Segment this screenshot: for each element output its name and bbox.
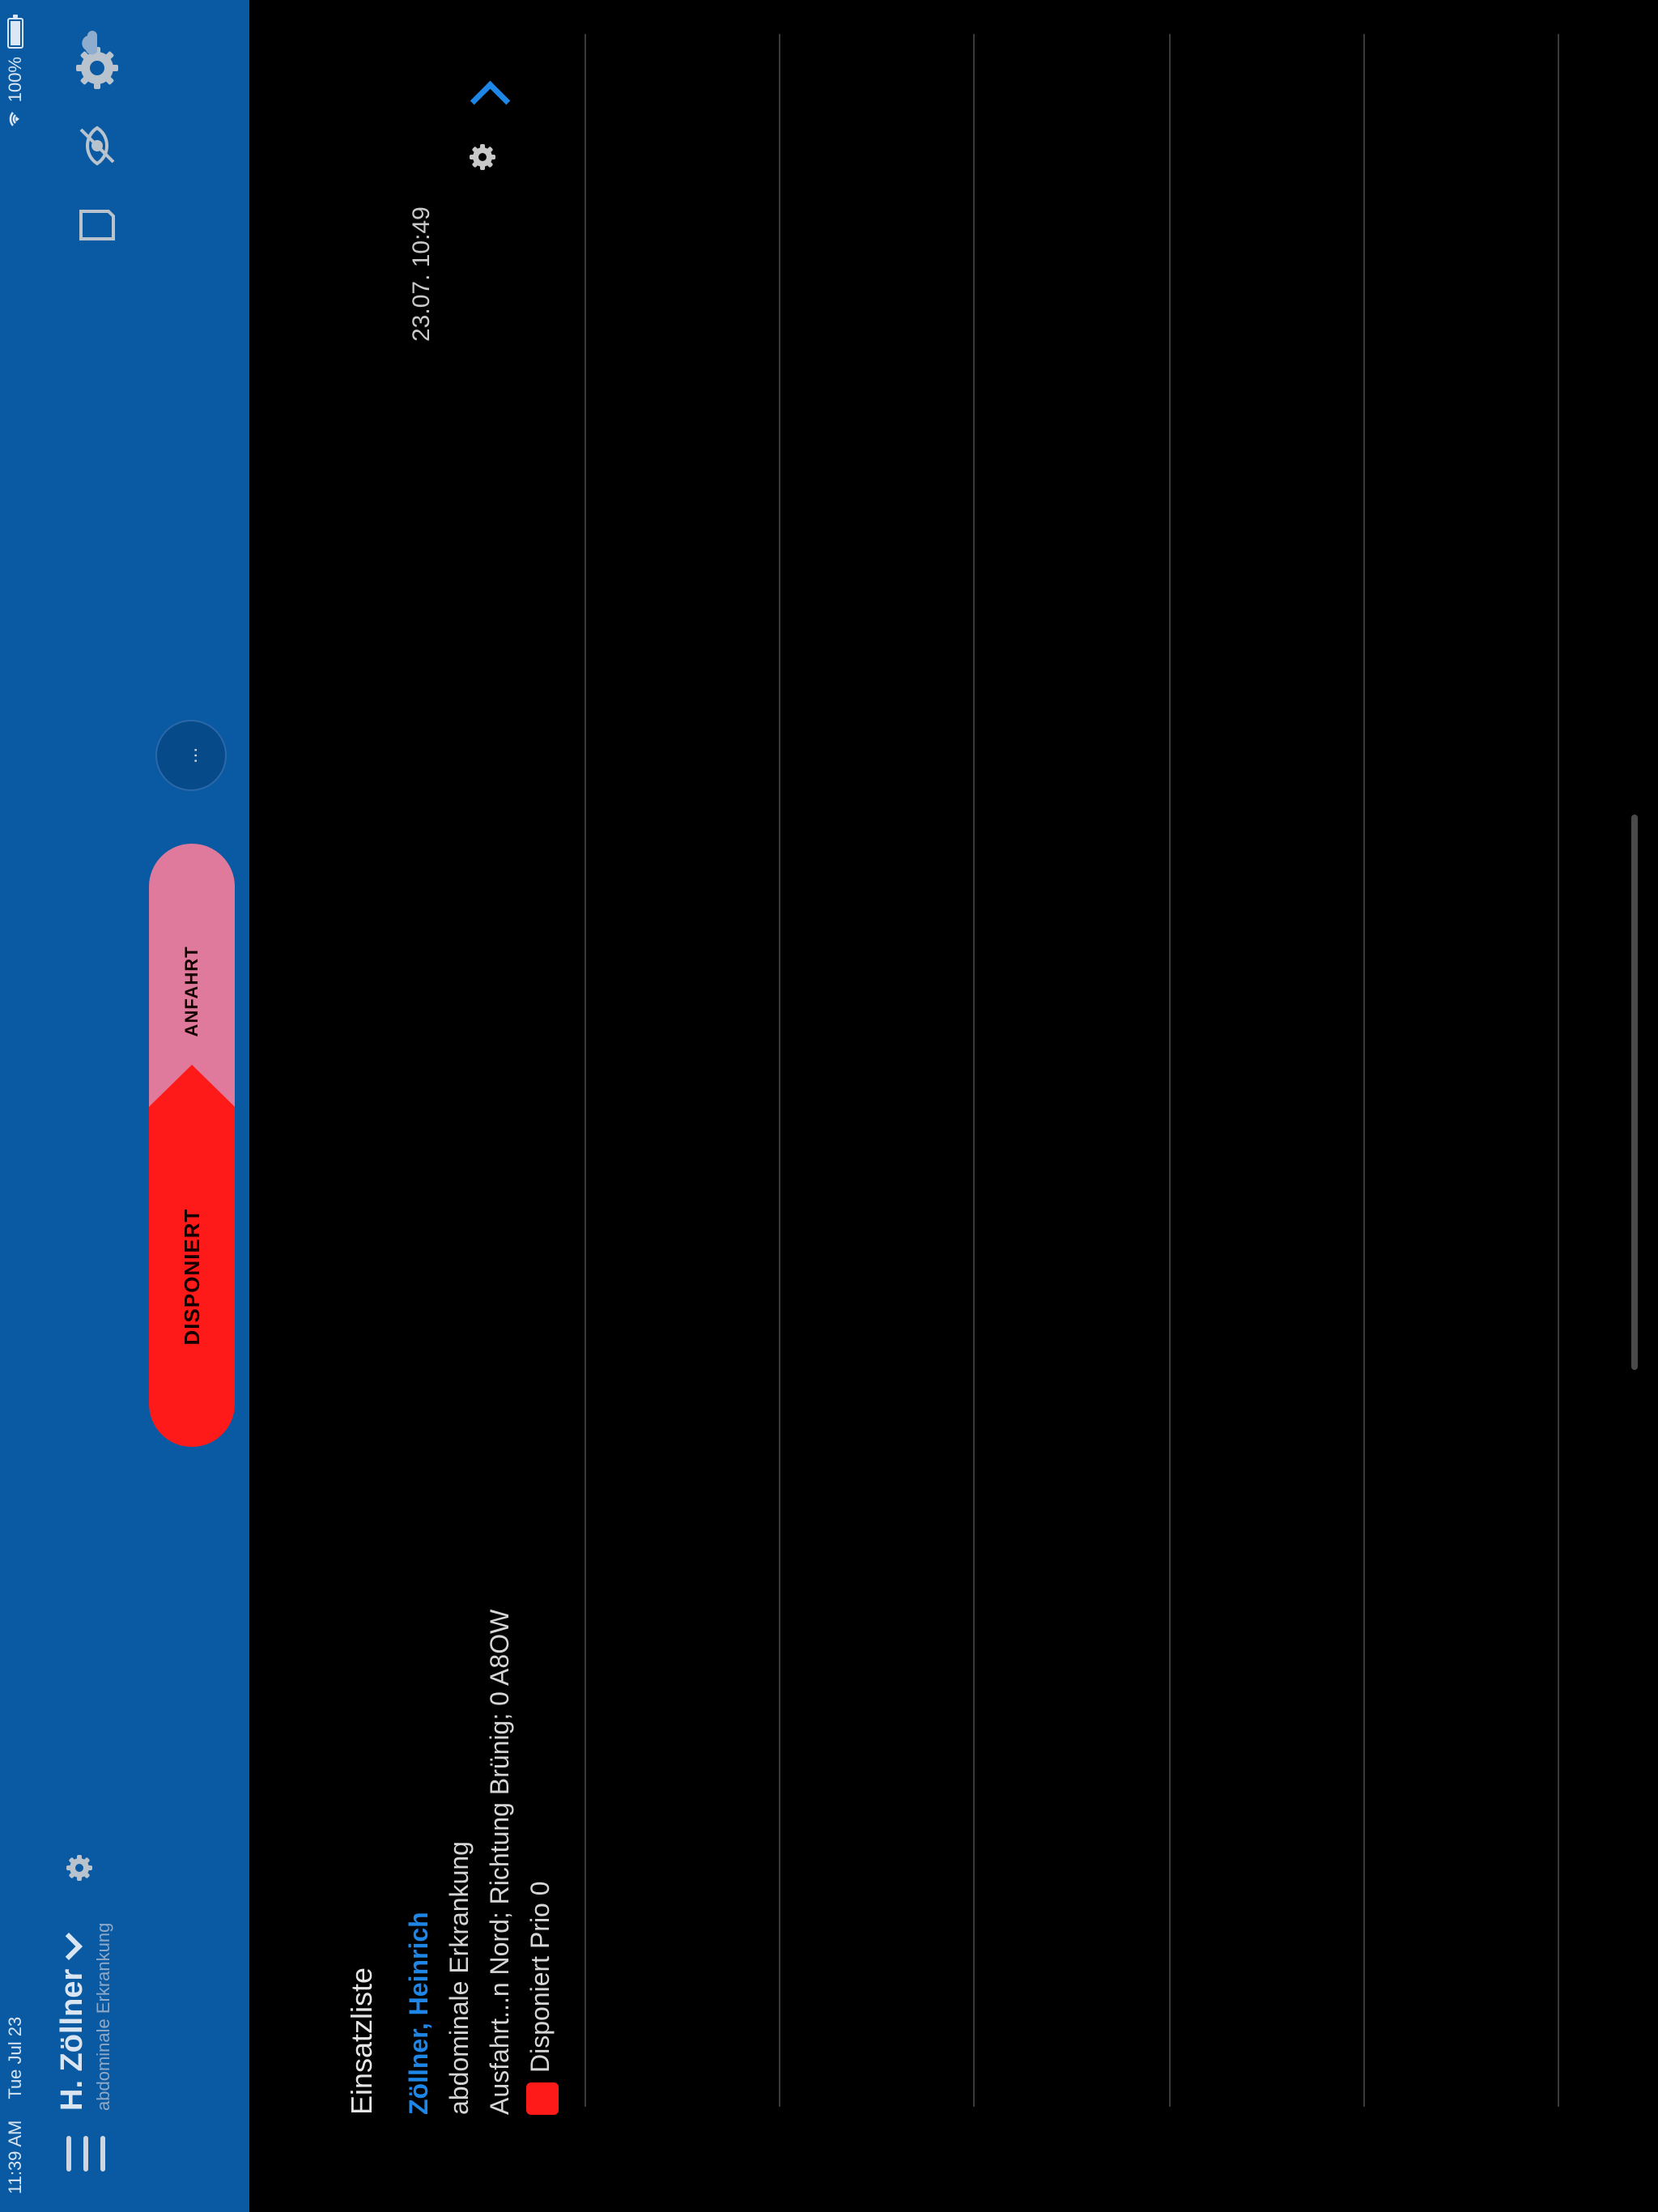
status-date: Tue Jul 23 <box>5 2016 25 2099</box>
app-screen: 11:39 AM Tue Jul 23 100% H. Zöllner abdo… <box>0 0 1658 2212</box>
document-icon[interactable] <box>73 200 121 249</box>
menu-icon[interactable] <box>66 2136 105 2172</box>
patient-name: H. Zöllner <box>55 1968 89 2111</box>
visibility-off-icon[interactable] <box>73 121 121 170</box>
battery-icon <box>7 18 23 49</box>
item-patient-name: Zöllner, Heinrich <box>404 1912 433 2115</box>
mission-list: Einsatzliste Zöllner, Heinrich abdominal… <box>249 0 1658 2212</box>
more-button[interactable]: ... <box>155 720 227 791</box>
list-divider <box>1169 34 1171 2107</box>
item-location: Ausfahrt...n Nord; Richtung Brünig; 0 A8… <box>485 1609 514 2115</box>
list-divider <box>779 34 780 2107</box>
battery-percent: 100% <box>5 57 25 103</box>
cloud-icon[interactable] <box>73 29 105 58</box>
chevron-down-icon <box>54 1932 83 1960</box>
status-timeline: ANFAHRT DISPONIERT <box>149 844 235 1447</box>
status-bar: 11:39 AM Tue Jul 23 100% <box>0 0 28 2212</box>
status-indicator <box>525 2082 559 2115</box>
item-timestamp: 23.07. 10:49 <box>408 206 435 342</box>
gear-icon[interactable] <box>466 141 499 173</box>
item-priority: Prio 0 <box>525 1881 555 1950</box>
list-divider <box>1558 34 1559 2107</box>
header-bar: H. Zöllner abdominale Erkrankung ANFAHRT… <box>28 0 249 2212</box>
item-status: Disponiert <box>525 1955 555 2073</box>
list-divider <box>585 34 586 2107</box>
gear-icon[interactable] <box>63 1852 96 1884</box>
list-item[interactable]: Zöllner, Heinrich abdominale Erkrankung … <box>403 1610 568 2115</box>
patient-diagnosis: abdominale Erkrankung <box>93 1922 113 2111</box>
list-title: Einsatzliste <box>345 1967 378 2115</box>
wifi-icon <box>5 110 26 128</box>
list-divider <box>973 34 975 2107</box>
scrollbar[interactable] <box>1631 815 1638 1370</box>
status-step-disponiert[interactable]: DISPONIERT <box>149 1107 235 1447</box>
item-diagnosis: abdominale Erkrankung <box>444 1841 474 2115</box>
status-time: 11:39 AM <box>5 2120 25 2194</box>
patient-selector[interactable]: H. Zöllner abdominale Erkrankung <box>54 1922 114 2111</box>
chevron-up-icon[interactable] <box>470 80 511 121</box>
list-divider <box>1363 34 1365 2107</box>
